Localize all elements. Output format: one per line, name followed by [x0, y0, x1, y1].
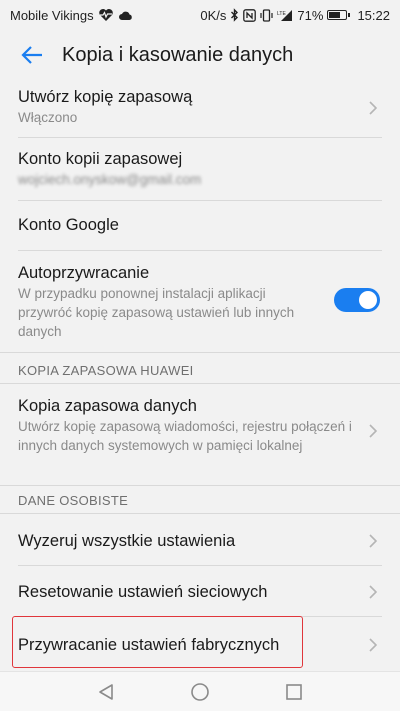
nfc-icon [243, 8, 257, 22]
battery-icon [327, 10, 351, 20]
divider [0, 383, 400, 384]
cloud-icon [118, 10, 133, 21]
google-account-title: Konto Google [18, 216, 119, 234]
nav-back-button[interactable] [95, 681, 117, 703]
battery-level [329, 12, 341, 18]
chevron-right-icon [369, 638, 378, 652]
data-backup-subtitle: Utwórz kopię zapasową wiadomości, rejest… [18, 419, 352, 453]
chevron-right-icon [369, 101, 378, 115]
nav-recents-button[interactable] [283, 681, 305, 703]
nav-home-button[interactable] [189, 681, 211, 703]
circle-home-icon [191, 682, 209, 701]
navigation-bar [0, 671, 400, 711]
back-button[interactable] [18, 41, 46, 69]
bluetooth-icon [230, 8, 239, 22]
network-reset-row[interactable]: Resetowanie ustawień sieciowych [18, 581, 382, 607]
square-recents-icon [286, 683, 302, 700]
backup-subtitle: Włączono [18, 110, 78, 125]
auto-restore-row[interactable]: Autoprzywracanie W przypadku ponownej in… [18, 262, 382, 342]
auto-restore-subtitle: W przypadku ponownej instalacji aplikacj… [18, 286, 295, 339]
reset-all-row[interactable]: Wyzeruj wszystkie ustawienia [18, 530, 382, 556]
vibrate-icon [260, 8, 274, 22]
auto-restore-title: Autoprzywracanie [18, 264, 150, 282]
divider [0, 352, 400, 353]
network-reset-title: Resetowanie ustawień sieciowych [18, 583, 268, 601]
section-header-huawei: KOPIA ZAPASOWA HUAWEI [18, 363, 194, 378]
highlight-annotation [12, 616, 303, 668]
arrow-left-icon [21, 46, 42, 64]
data-backup-title: Kopia zapasowa danych [18, 397, 197, 415]
battery-percent: 71% [297, 7, 324, 23]
divider [0, 513, 400, 514]
app-bar: Kopia i kasowanie danych [0, 30, 400, 80]
network-speed: 0K/s [200, 7, 227, 23]
backup-title: Utwórz kopię zapasową [18, 88, 193, 106]
divider [18, 250, 382, 251]
backup-account-title: Konto kopii zapasowej [18, 150, 183, 168]
triangle-back-icon [99, 683, 113, 700]
svg-text:LTE: LTE [277, 11, 286, 17]
divider [0, 485, 400, 486]
backup-row[interactable]: Utwórz kopię zapasową Włączono [18, 86, 382, 136]
heart-pulse-icon [98, 8, 114, 22]
backup-account-email: wojciech.onyskow@gmail.com [18, 172, 202, 187]
reset-all-title: Wyzeruj wszystkie ustawienia [18, 532, 236, 550]
chevron-right-icon [369, 424, 378, 438]
clock: 15:22 [357, 7, 390, 23]
divider [18, 565, 382, 566]
status-bar: Mobile Vikings 0K/s LTE 71% 15:22 [0, 0, 400, 30]
chevron-right-icon [369, 585, 378, 599]
settings-list: Utwórz kopię zapasową Włączono Konto kop… [0, 80, 400, 671]
divider [18, 137, 382, 138]
chevron-right-icon [369, 534, 378, 548]
page-title: Kopia i kasowanie danych [62, 43, 294, 66]
section-header-personal: DANE OSOBISTE [18, 493, 129, 508]
google-account-row[interactable]: Konto Google [18, 214, 382, 244]
carrier-name: Mobile Vikings [10, 7, 94, 23]
data-backup-row[interactable]: Kopia zapasowa danych Utwórz kopię zapas… [18, 395, 382, 475]
auto-restore-toggle[interactable] [334, 288, 380, 312]
lte-signal-icon: LTE [277, 9, 293, 22]
divider [18, 200, 382, 201]
toggle-knob [359, 291, 377, 309]
backup-account-row[interactable]: Konto kopii zapasowej wojciech.onyskow@g… [18, 148, 382, 196]
